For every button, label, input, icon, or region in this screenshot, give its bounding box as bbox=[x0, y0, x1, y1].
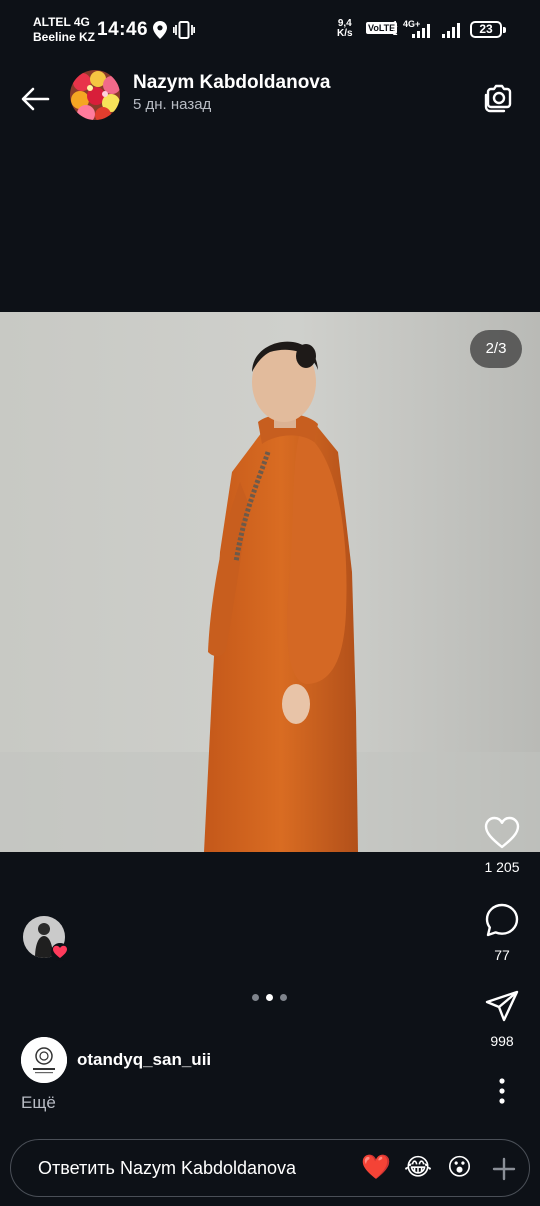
paper-plane-icon[interactable] bbox=[484, 988, 520, 1024]
like-count: 1 205 bbox=[484, 859, 520, 875]
signal-sim2-icon bbox=[442, 23, 460, 38]
net-speed-unit: K/s bbox=[337, 28, 353, 39]
reply-bar[interactable]: Ответить Nazym Kabdoldanova ❤️ 😂 😮 bbox=[10, 1139, 530, 1197]
signal-sim1-icon bbox=[412, 24, 430, 38]
brand-logo-image bbox=[21, 1037, 67, 1083]
more-link[interactable]: Ещё bbox=[21, 1093, 56, 1113]
carrier-line-1: ALTEL 4G bbox=[33, 15, 90, 29]
carousel-dot-active bbox=[266, 994, 273, 1001]
camera-switch-icon[interactable] bbox=[482, 80, 516, 114]
sim-labels: 1 2 bbox=[393, 20, 398, 37]
plus-icon[interactable] bbox=[489, 1154, 519, 1184]
comment-count: 77 bbox=[494, 947, 510, 963]
page-indicator: 2/3 bbox=[470, 330, 522, 368]
tagged-account-name[interactable]: otandyq_san_uii bbox=[77, 1050, 211, 1070]
carousel-dot bbox=[280, 994, 287, 1001]
carousel-dot bbox=[252, 994, 259, 1001]
heart-emoji-button[interactable]: ❤️ bbox=[361, 1152, 391, 1184]
heart-filled-icon bbox=[51, 943, 69, 961]
carrier-info: ALTEL 4G Beeline KZ bbox=[33, 15, 95, 45]
laugh-emoji-button[interactable]: 😂 bbox=[404, 1152, 432, 1184]
status-bar: ALTEL 4G Beeline KZ 14:46 9,4 K/s VoLTE … bbox=[0, 0, 540, 56]
author-avatar[interactable] bbox=[70, 70, 120, 120]
share-action[interactable]: 998 bbox=[472, 988, 532, 1049]
vibrate-icon bbox=[173, 21, 195, 39]
story-header: Nazym Kabdoldanova 5 дн. назад bbox=[0, 62, 540, 128]
status-time: 14:46 bbox=[97, 19, 149, 40]
location-icon bbox=[153, 21, 167, 39]
surprised-emoji-button[interactable]: 😮 bbox=[447, 1152, 472, 1184]
comment-action[interactable]: 77 bbox=[472, 902, 532, 963]
reply-input[interactable]: Ответить Nazym Kabdoldanova bbox=[38, 1158, 338, 1179]
author-name[interactable]: Nazym Kabdoldanova bbox=[133, 72, 330, 94]
net-speed: 9,4 K/s bbox=[337, 19, 353, 39]
like-action[interactable]: 1 205 bbox=[472, 816, 532, 875]
story-photo[interactable] bbox=[0, 312, 540, 852]
share-count: 998 bbox=[490, 1033, 514, 1049]
carousel-dots bbox=[250, 993, 290, 1003]
tagged-account-avatar[interactable] bbox=[21, 1037, 67, 1083]
vertical-dots-icon[interactable] bbox=[488, 1076, 516, 1106]
heart-outline-icon[interactable] bbox=[484, 816, 520, 850]
flowers-avatar-image bbox=[70, 70, 120, 120]
post-time: 5 дн. назад bbox=[133, 96, 212, 113]
battery-indicator: 23 bbox=[470, 21, 506, 38]
photo-woman-orange-dress bbox=[0, 312, 540, 852]
comment-bubble-icon[interactable] bbox=[484, 902, 520, 938]
carrier-line-2: Beeline KZ bbox=[33, 30, 96, 44]
arrow-left-icon[interactable] bbox=[18, 82, 52, 116]
